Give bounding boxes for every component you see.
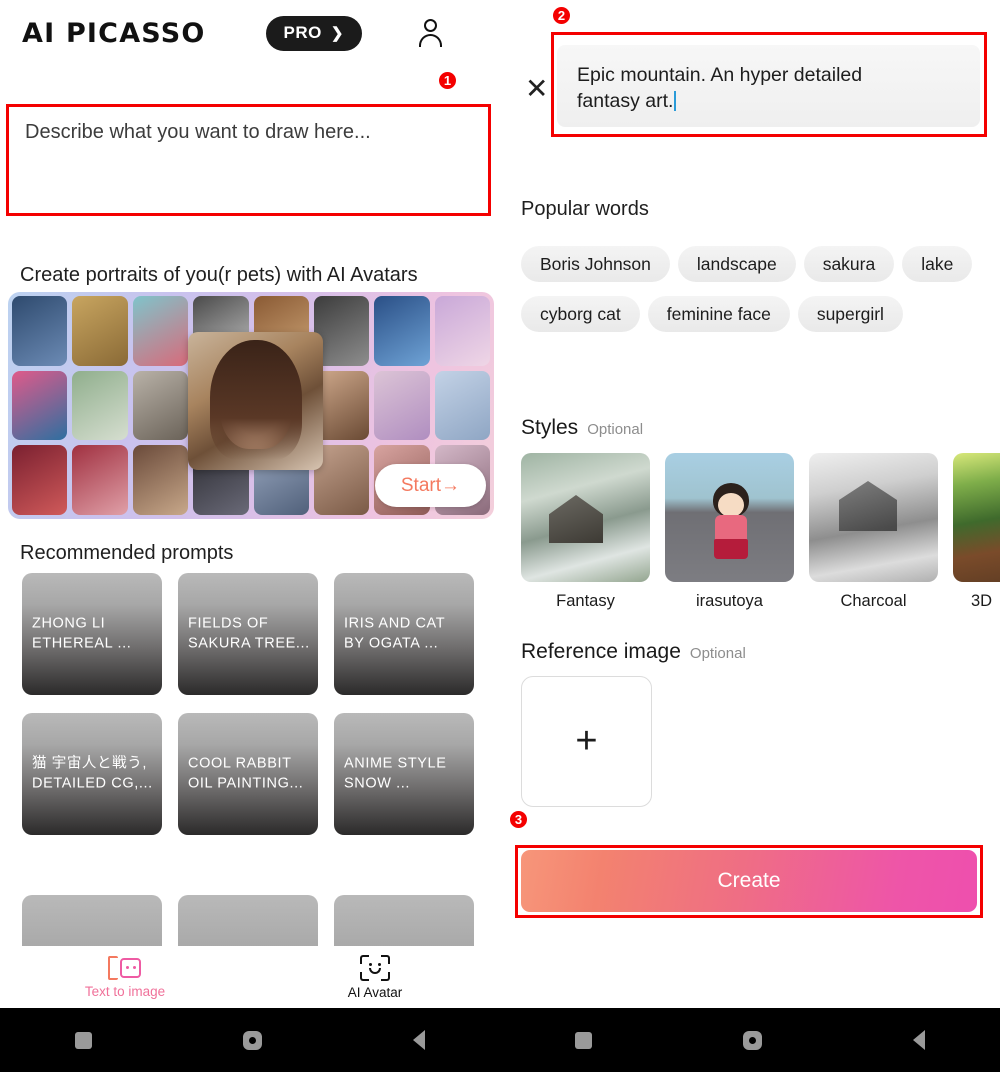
- style-option-label: irasutoya: [696, 592, 763, 610]
- prompt-card-label: COOL RABBIT OIL PAINTING...: [188, 755, 304, 791]
- bottom-tab-bar: Text to image AI Avatar: [0, 946, 500, 1008]
- popular-word-chip[interactable]: lake: [902, 246, 973, 282]
- popular-word-chip[interactable]: feminine face: [647, 296, 790, 332]
- reference-image-heading-label: Reference image: [521, 640, 681, 663]
- styles-heading-label: Styles: [521, 416, 579, 439]
- back-icon[interactable]: [912, 1030, 925, 1050]
- style-option[interactable]: Charcoal: [809, 453, 938, 611]
- create-button[interactable]: Create: [521, 850, 977, 912]
- prompt-input-placeholder: Describe what you want to draw here...: [25, 121, 371, 143]
- style-option-label: 3D: [971, 592, 993, 610]
- prompt-card[interactable]: 猫 宇宙人と戦う, DETAILED CG,...: [22, 713, 162, 835]
- recommended-prompts-heading: Recommended prompts: [20, 542, 234, 564]
- popular-words-row: cyborg cat feminine face supergirl: [521, 296, 1000, 332]
- prompt-card[interactable]: ANIME STYLE SNOW ...: [334, 713, 474, 835]
- prompt-card[interactable]: IRIS AND CAT BY OGATA ...: [334, 573, 474, 695]
- popular-words-list: Boris Johnson landscape sakura lake cybo…: [521, 246, 1000, 346]
- account-head-shape: [423, 19, 437, 32]
- chevron-right-icon: ❯: [330, 25, 344, 42]
- home-icon[interactable]: [242, 1030, 262, 1050]
- pro-button-label: PRO: [283, 23, 322, 42]
- annotation-badge-1: 1: [437, 70, 458, 91]
- home-icon[interactable]: [742, 1030, 762, 1050]
- start-avatars-label: Start→: [400, 474, 460, 496]
- style-thumbnail: [953, 453, 1000, 582]
- prompt-card-label: ANIME STYLE SNOW ...: [344, 755, 447, 791]
- style-option[interactable]: Fantasy: [521, 453, 650, 611]
- start-avatars-button[interactable]: Start→: [374, 464, 486, 507]
- style-thumbnail: [665, 453, 794, 582]
- prompt-card[interactable]: COOL RABBIT OIL PAINTING...: [178, 713, 318, 835]
- plus-icon: +: [575, 720, 598, 762]
- style-option-label: Charcoal: [840, 592, 907, 610]
- styles-carousel[interactable]: Fantasy irasutoya Charcoal 3D: [521, 453, 1000, 611]
- avatar-banner-heading: Create portraits of you(r pets) with AI …: [20, 264, 418, 286]
- android-navigation-bar: [0, 1008, 500, 1072]
- text-to-image-icon: [108, 955, 142, 980]
- app-header: AI PICASSO PRO ❯: [0, 0, 500, 66]
- popular-word-chip[interactable]: landscape: [677, 246, 796, 282]
- prompt-editor-line2: fantasy art.: [577, 88, 960, 114]
- prompt-card[interactable]: [22, 895, 162, 947]
- prompt-editor-input[interactable]: Epic mountain. An hyper detailed fantasy…: [557, 45, 980, 127]
- ai-avatar-face-icon: [360, 954, 390, 981]
- tab-text-to-image-label: Text to image: [84, 983, 166, 999]
- pro-button[interactable]: PRO ❯: [265, 15, 362, 51]
- account-icon[interactable]: [418, 19, 444, 47]
- popular-word-chip[interactable]: Boris Johnson: [521, 246, 670, 282]
- reference-image-section-header: Reference image Optional: [521, 640, 746, 664]
- prompt-editor-line1: Epic mountain. An hyper detailed: [577, 64, 863, 86]
- styles-optional-tag: Optional: [587, 421, 644, 438]
- reference-image-optional-tag: Optional: [689, 645, 746, 662]
- style-option[interactable]: irasutoya: [665, 453, 794, 611]
- add-reference-image-button[interactable]: +: [521, 676, 652, 807]
- tab-ai-avatar-label: AI Avatar: [347, 984, 403, 1000]
- tab-text-to-image[interactable]: Text to image: [0, 955, 250, 999]
- featured-avatar-thumbnail: [188, 332, 323, 470]
- popular-words-row: Boris Johnson landscape sakura lake: [521, 246, 1000, 282]
- popular-word-chip[interactable]: sakura: [803, 246, 895, 282]
- prompt-input[interactable]: Describe what you want to draw here...: [8, 106, 489, 214]
- recommended-prompts-next-row: [22, 895, 488, 947]
- text-caret: [674, 91, 677, 112]
- style-thumbnail: [809, 453, 938, 582]
- recent-apps-icon[interactable]: [75, 1031, 93, 1049]
- prompt-card[interactable]: [334, 895, 474, 947]
- prompt-card[interactable]: ZHONG LI ETHEREAL ...: [22, 573, 162, 695]
- popular-word-chip[interactable]: supergirl: [797, 296, 903, 332]
- account-body-shape: [418, 34, 442, 47]
- left-phone-screen: AI PICASSO PRO ❯ Describe what you want …: [0, 0, 500, 1072]
- prompt-card-label: ZHONG LI ETHEREAL ...: [32, 615, 132, 651]
- close-icon[interactable]: ✕: [525, 75, 548, 103]
- popular-word-chip[interactable]: cyborg cat: [521, 296, 640, 332]
- app-logo: AI PICASSO: [22, 17, 206, 49]
- style-thumbnail: [521, 453, 650, 582]
- styles-section-header: Styles Optional: [521, 416, 643, 440]
- android-navigation-bar: [500, 1008, 1000, 1072]
- annotation-badge-2: 2: [551, 5, 572, 26]
- annotation-badge-3: 3: [508, 809, 529, 830]
- prompt-card[interactable]: [178, 895, 318, 947]
- recent-apps-icon[interactable]: [575, 1031, 593, 1049]
- style-option-label: Fantasy: [556, 592, 615, 610]
- style-option[interactable]: 3D: [953, 453, 1000, 611]
- prompt-card[interactable]: FIELDS OF SAKURA TREE...: [178, 573, 318, 695]
- recommended-prompts-grid: ZHONG LI ETHEREAL ... FIELDS OF SAKURA T…: [22, 573, 488, 835]
- avatar-hair-shape: [210, 340, 302, 460]
- popular-words-heading: Popular words: [521, 198, 649, 220]
- prompt-card-label: FIELDS OF SAKURA TREE...: [188, 615, 310, 651]
- create-button-label: Create: [717, 869, 781, 892]
- prompt-card-label: 猫 宇宙人と戦う, DETAILED CG,...: [32, 755, 153, 791]
- back-icon[interactable]: [412, 1030, 425, 1050]
- ai-avatars-banner[interactable]: Start→: [8, 292, 494, 519]
- prompt-card-label: IRIS AND CAT BY OGATA ...: [344, 615, 445, 651]
- tab-ai-avatar[interactable]: AI Avatar: [250, 954, 500, 1000]
